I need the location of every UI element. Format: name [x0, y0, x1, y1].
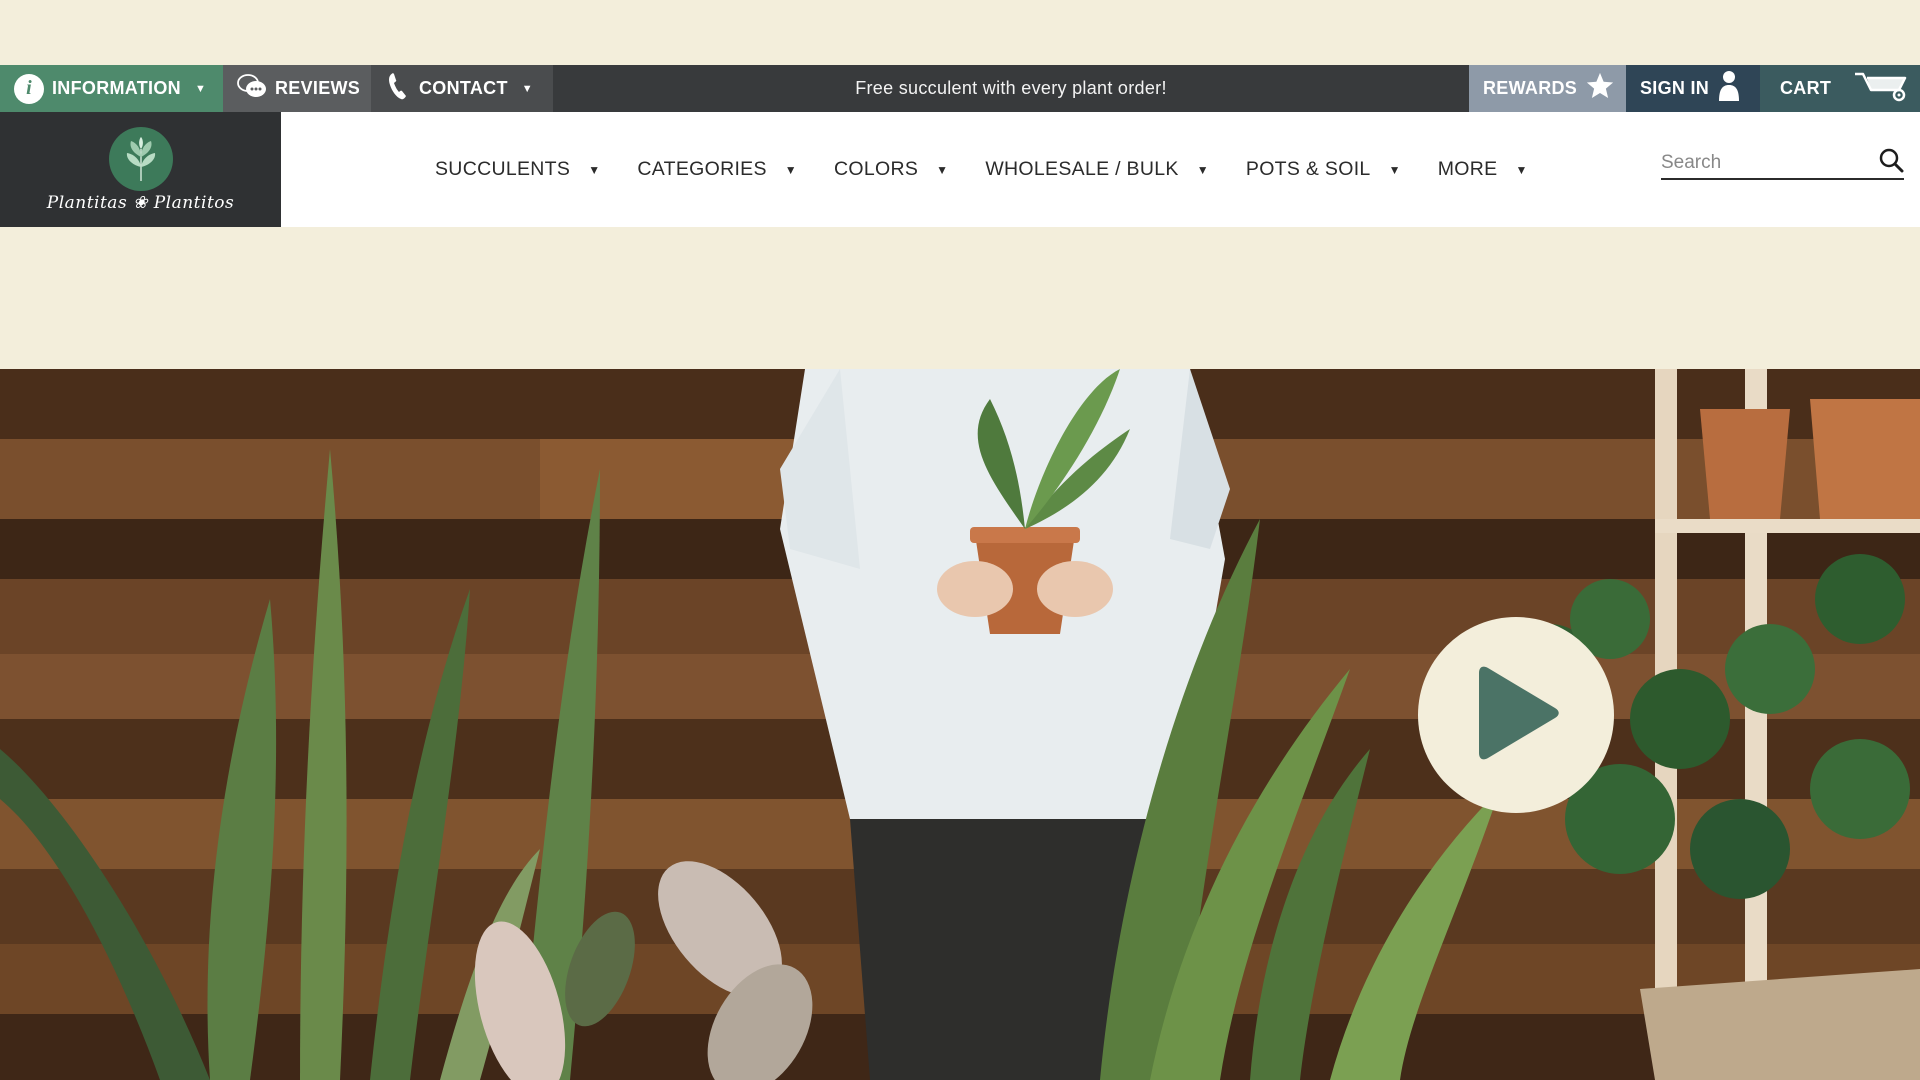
wheelbarrow-icon	[1853, 70, 1909, 107]
nav-label: CATEGORIES	[637, 158, 767, 180]
search-input[interactable]	[1661, 151, 1861, 174]
rewards-link[interactable]: REWARDS	[1469, 65, 1626, 112]
main-header: Plantitas ❀ Plantitos SUCCULENTS ▼ CATEG…	[0, 112, 1920, 227]
contact-menu[interactable]: CONTACT ▼	[371, 65, 553, 112]
contact-label: CONTACT	[419, 78, 508, 98]
cart-link[interactable]: CART	[1760, 65, 1920, 112]
cart-label: CART	[1780, 78, 1832, 98]
star-icon	[1585, 71, 1615, 106]
hero-video[interactable]	[0, 369, 1920, 1080]
sign-in-label: SIGN IN	[1640, 78, 1710, 98]
nav-label: MORE	[1437, 158, 1498, 180]
nav-label: WHOLESALE / BULK	[985, 158, 1179, 180]
user-icon	[1717, 70, 1741, 107]
reviews-label: REVIEWS	[275, 78, 361, 98]
chat-bubbles-icon	[237, 72, 267, 105]
logo-text: Plantitas ❀ Plantitos	[46, 192, 235, 213]
chevron-down-icon: ▼	[1515, 162, 1528, 177]
info-icon: i	[14, 73, 44, 104]
nav-label: SUCCULENTS	[435, 158, 571, 180]
nav-item-colors[interactable]: COLORS ▼	[834, 158, 948, 181]
site-logo[interactable]: Plantitas ❀ Plantitos	[0, 112, 281, 227]
nav-item-succulents[interactable]: SUCCULENTS ▼	[435, 158, 600, 181]
information-menu[interactable]: i INFORMATION ▼	[0, 65, 223, 112]
play-icon	[1471, 665, 1561, 766]
nav-item-more[interactable]: MORE ▼	[1438, 158, 1528, 181]
promo-text: Free succulent with every plant order!	[855, 78, 1167, 98]
nav-item-pots-soil[interactable]: POTS & SOIL ▼	[1246, 158, 1401, 181]
sign-in-link[interactable]: SIGN IN	[1626, 65, 1760, 112]
play-video-button[interactable]	[1418, 617, 1614, 813]
chevron-down-icon: ▼	[1196, 162, 1209, 177]
promo-banner: Free succulent with every plant order!	[553, 65, 1469, 112]
information-label: INFORMATION	[52, 78, 181, 98]
nav-label: POTS & SOIL	[1245, 158, 1371, 180]
utility-bar: i INFORMATION ▼ REVIEWS CONTACT ▼ Free s…	[0, 65, 1920, 112]
main-nav: SUCCULENTS ▼ CATEGORIES ▼ COLORS ▼ WHOLE…	[435, 112, 1565, 227]
chevron-down-icon: ▼	[521, 82, 533, 95]
hero-image	[0, 369, 1920, 1080]
plant-logo-icon	[108, 126, 173, 191]
nav-item-categories[interactable]: CATEGORIES ▼	[637, 158, 797, 181]
chevron-down-icon: ▼	[784, 162, 797, 177]
nav-item-wholesale-bulk[interactable]: WHOLESALE / BULK ▼	[985, 158, 1209, 181]
rewards-label: REWARDS	[1483, 78, 1578, 98]
chevron-down-icon: ▼	[936, 162, 949, 177]
search-box	[1661, 147, 1904, 180]
reviews-link[interactable]: REVIEWS	[223, 65, 371, 112]
search-icon[interactable]	[1878, 147, 1904, 178]
chevron-down-icon: ▼	[194, 82, 207, 95]
phone-icon	[385, 71, 411, 106]
chevron-down-icon: ▼	[588, 162, 601, 177]
chevron-down-icon: ▼	[1388, 162, 1401, 177]
nav-label: COLORS	[833, 158, 919, 180]
page: i INFORMATION ▼ REVIEWS CONTACT ▼ Free s…	[0, 0, 1920, 1080]
